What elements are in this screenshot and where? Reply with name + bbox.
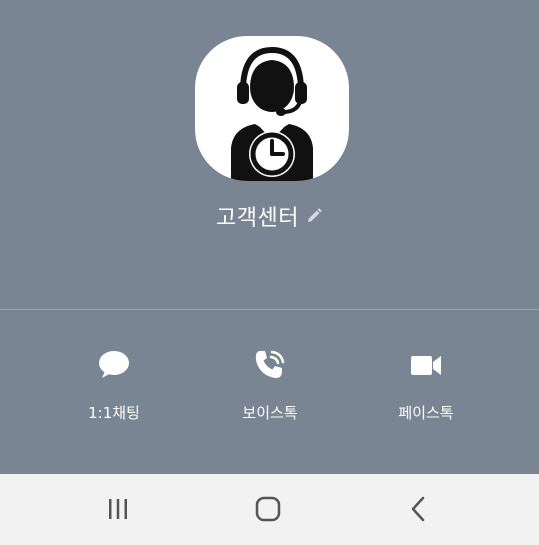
profile-avatar[interactable]: [195, 36, 349, 181]
chat-button[interactable]: 1:1채팅: [54, 340, 174, 430]
chat-label: 1:1채팅: [88, 404, 140, 422]
home-icon: [255, 496, 281, 522]
back-icon: [411, 496, 425, 522]
customer-service-agent-clock-icon: [231, 46, 313, 181]
recent-apps-icon: [109, 499, 127, 519]
home-button[interactable]: [248, 494, 288, 524]
system-navbar: [0, 474, 539, 545]
name-row: 고객센터: [0, 200, 539, 232]
chat-bubble-icon: [97, 348, 131, 382]
divider: [0, 309, 539, 310]
recent-apps-button[interactable]: [98, 494, 138, 524]
video-camera-icon: [409, 348, 443, 382]
action-bar: 1:1채팅 보이스톡 페이스톡: [0, 340, 539, 440]
voice-talk-button[interactable]: 보이스톡: [210, 340, 330, 430]
profile-area: 고객센터 1:1채팅 보이스톡 페이스톡: [0, 0, 539, 474]
phone-call-icon: [253, 348, 287, 382]
back-button[interactable]: [399, 494, 439, 524]
face-talk-label: 페이스톡: [398, 404, 454, 422]
pencil-edit-icon[interactable]: [305, 207, 323, 225]
contact-name: 고객센터: [216, 206, 299, 231]
voice-talk-label: 보이스톡: [242, 404, 298, 422]
face-talk-button[interactable]: 페이스톡: [366, 340, 486, 430]
